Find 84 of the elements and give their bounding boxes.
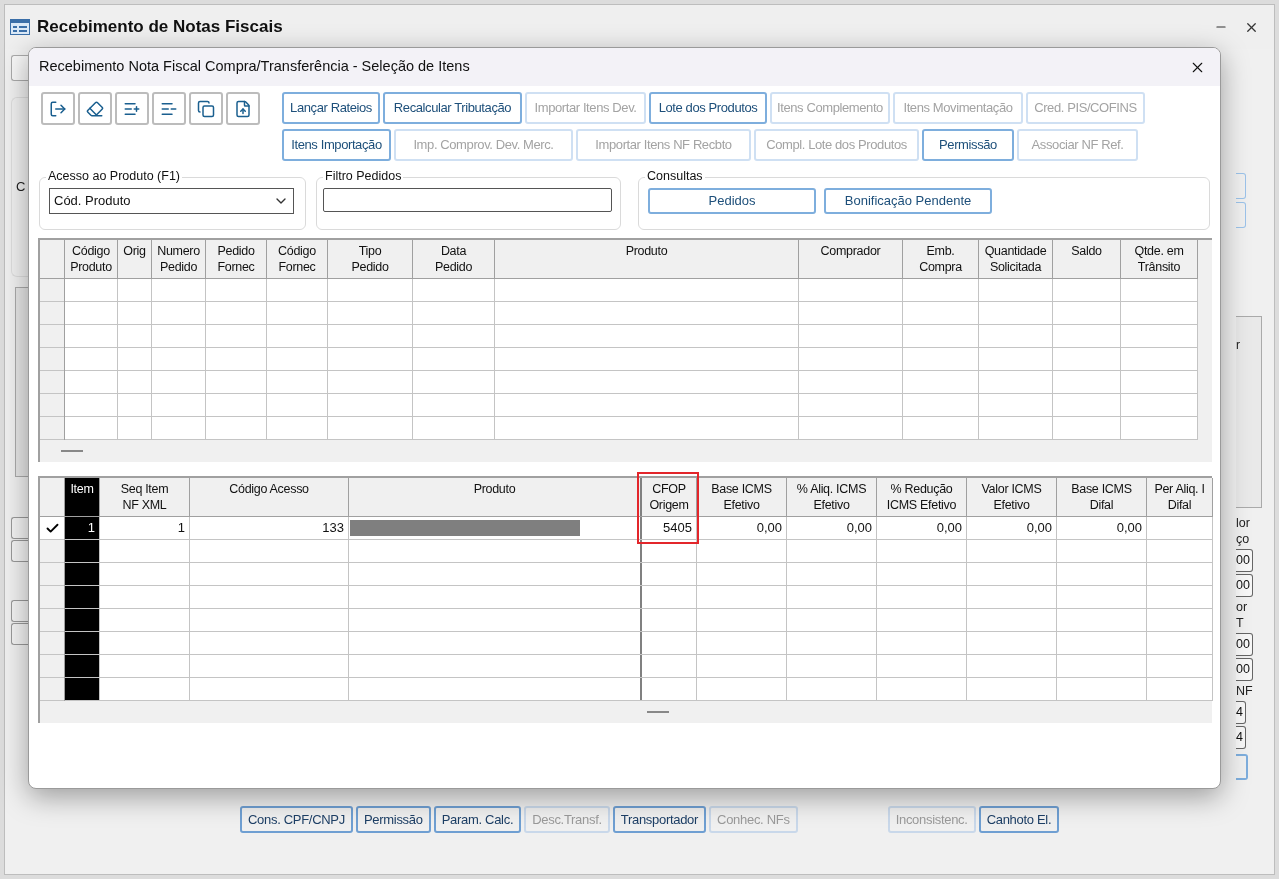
tool-button[interactable]	[115, 92, 149, 125]
tool-button[interactable]	[189, 92, 223, 125]
column-header: CFOP Origem	[648, 481, 690, 513]
label-fragment: lor ço	[1236, 515, 1250, 547]
table-cell: 5405	[642, 517, 697, 539]
column-header: Per Aliq. I Difal	[1153, 481, 1206, 513]
side-button[interactable]	[11, 540, 29, 562]
side-button[interactable]	[1236, 754, 1248, 780]
column-header: Item	[69, 481, 95, 497]
action-button[interactable]: Permissão	[355, 806, 431, 833]
column-header: Código Acesso	[228, 481, 310, 497]
form-window-icon	[10, 19, 30, 35]
action-button[interactable]: Transportador	[612, 806, 707, 833]
toolbar-button[interactable]: Recalcular Tributação	[383, 92, 522, 124]
table-cell: 0,00	[967, 517, 1057, 539]
table-cell: 0,00	[1057, 517, 1147, 539]
column-header: Código Fornec	[277, 243, 317, 275]
product-access-dropdown[interactable]: Cód. Produto	[49, 188, 294, 214]
order-filter-field[interactable]	[323, 188, 612, 212]
column-header: Orig	[122, 243, 147, 259]
toolbar-button[interactable]: Lote dos Produtos	[649, 92, 767, 124]
action-button[interactable]: Param. Calc.	[433, 806, 522, 833]
tool-button[interactable]	[78, 92, 112, 125]
column-header: Tipo Pedido	[350, 243, 390, 275]
label-fragment: C	[16, 178, 26, 197]
column-header: Pedido Fornec	[216, 243, 256, 275]
tool-button[interactable]	[226, 92, 260, 125]
table-cell: 0,00	[877, 517, 967, 539]
copy-icon	[197, 99, 215, 118]
row-indicator-column[interactable]	[40, 240, 65, 440]
column-header: Produto	[472, 481, 517, 497]
value-field[interactable]: 4	[1236, 701, 1246, 724]
side-button[interactable]	[11, 517, 29, 539]
grip-handle-icon[interactable]	[647, 711, 669, 713]
column-header: % Aliq. ICMS Efetivo	[795, 481, 868, 513]
toolbar-button[interactable]	[11, 55, 29, 81]
table-cell: 1	[65, 517, 100, 539]
column-header: Emb. Compra	[918, 243, 963, 275]
column-header: Saldo	[1070, 243, 1103, 259]
group-legend: Acesso ao Produto (F1)	[46, 169, 182, 184]
table-cell: 133	[190, 517, 349, 539]
value-field[interactable]: 00	[1236, 574, 1253, 597]
dialog-title: Recebimento Nota Fiscal Compra/Transferência - Seleção de Itens	[39, 57, 470, 77]
column-header: Numero Pedido	[156, 243, 201, 275]
action-button[interactable]: Canhoto El.	[978, 806, 1060, 833]
file-upload-icon	[234, 99, 252, 118]
side-button[interactable]	[11, 600, 29, 622]
label-fragment: r	[1236, 338, 1241, 353]
column-header: Base ICMS Efetivo	[710, 481, 773, 513]
value-field[interactable]: 00	[1236, 658, 1253, 681]
column-header: Comprador	[819, 243, 882, 259]
column-header: % Redução ICMS Efetivo	[885, 481, 958, 513]
label-fragment: NF	[1236, 683, 1253, 699]
column-header: Valor ICMS Efetivo	[980, 481, 1043, 513]
window-title: Recebimento de Notas Fiscais	[37, 16, 283, 39]
table-cell: 0,00	[697, 517, 787, 539]
value-field[interactable]: 00	[1236, 633, 1253, 656]
side-button[interactable]	[11, 623, 29, 645]
column-header: Qtde. em Trânsito	[1133, 243, 1185, 275]
query-button[interactable]: Bonificação Pendente	[824, 188, 992, 214]
side-field[interactable]	[1236, 202, 1246, 228]
table-cell: 0,00	[787, 517, 877, 539]
toolbar-button[interactable]: Lançar Rateios	[282, 92, 380, 124]
column-header: Seq Item NF XML	[119, 481, 170, 513]
table-cell: 1	[100, 517, 190, 539]
toolbar-button[interactable]: Itens Importação	[282, 129, 391, 161]
eraser-icon	[86, 99, 104, 118]
toolbar-button[interactable]: Permissão	[922, 129, 1014, 161]
value-field[interactable]: 00	[1236, 549, 1253, 572]
row-indicator-column[interactable]	[40, 478, 65, 701]
tool-button[interactable]	[152, 92, 186, 125]
column-header: Código Produto	[69, 243, 113, 275]
value-field[interactable]: 4	[1236, 726, 1246, 749]
column-header: Quantidade Solicitada	[983, 243, 1048, 275]
exit-icon	[49, 99, 67, 118]
tool-button[interactable]	[41, 92, 75, 125]
grip-handle-icon[interactable]	[61, 450, 83, 452]
label-fragment: or T	[1236, 599, 1248, 631]
column-header: Data Pedido	[433, 243, 474, 275]
query-button[interactable]: Pedidos	[648, 188, 816, 214]
action-button[interactable]: Cons. CPF/CNPJ	[240, 806, 353, 833]
column-header: Base ICMS Difal	[1070, 481, 1133, 513]
column-header: Produto	[624, 243, 669, 259]
side-field[interactable]	[1236, 173, 1246, 199]
